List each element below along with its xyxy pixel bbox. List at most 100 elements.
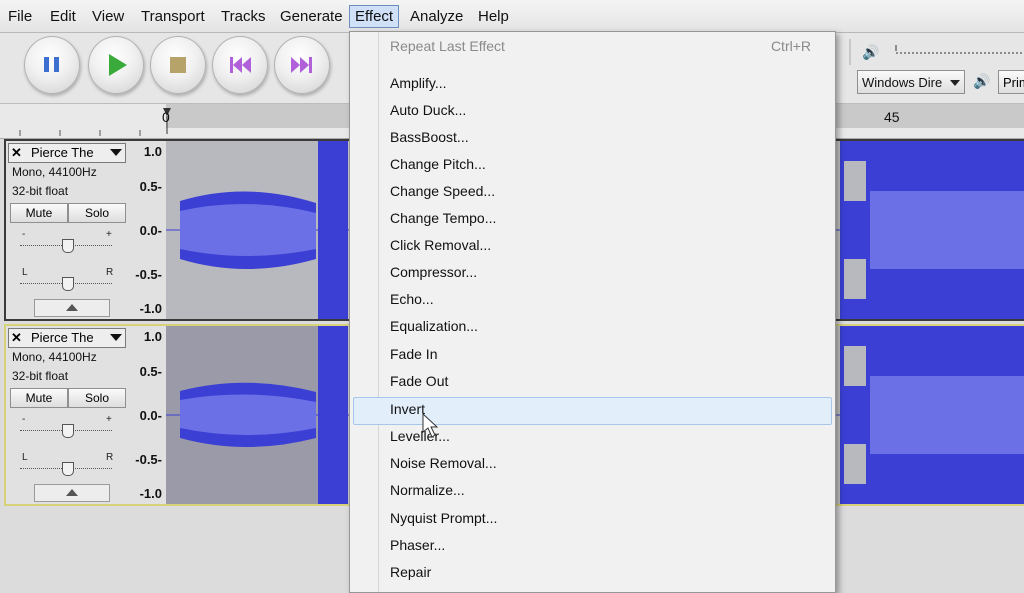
track-1-scale-neg-half: -0.5- — [135, 267, 162, 282]
track-1-bitdepth: 32-bit float — [12, 184, 69, 198]
ruler-left-ticks — [19, 130, 141, 136]
menu-gutter — [378, 32, 379, 592]
menu-item-change-tempo[interactable]: Change Tempo... — [390, 210, 496, 226]
track-1-name-button[interactable]: ✕ Pierce The — [8, 143, 126, 163]
track-2-scale-zero: 0.0- — [139, 408, 162, 423]
menu-item-invert[interactable]: Invert — [390, 401, 425, 417]
track-2-scale-half: 0.5- — [139, 364, 162, 379]
menu-effect[interactable]: Effect — [349, 5, 400, 28]
output-device-value: Windows Dire — [862, 75, 943, 90]
menu-item-phaser[interactable]: Phaser... — [390, 537, 445, 553]
menu-item-auto-duck[interactable]: Auto Duck... — [390, 102, 466, 118]
track-2-name-button[interactable]: ✕ Pierce The — [8, 328, 126, 348]
stop-icon — [170, 57, 186, 73]
menu-item-nyquist-prompt[interactable]: Nyquist Prompt... — [390, 510, 497, 526]
mouse-cursor-icon — [422, 413, 439, 438]
ruler-label-0: 0 — [162, 109, 170, 125]
skip-to-start-button[interactable] — [212, 36, 268, 94]
track-2-gain-thumb[interactable] — [62, 424, 74, 438]
track-2-collapse-button[interactable] — [34, 484, 110, 502]
track-1-scale-half: 0.5- — [139, 179, 162, 194]
menu-tracks[interactable]: Tracks — [221, 8, 265, 25]
speaker-icon: 🔊 — [862, 43, 879, 61]
menu-item-fade-out[interactable]: Fade Out — [390, 373, 448, 389]
track-1-amplitude-ruler: 1.0 0.5- 0.0- -0.5- -1.0 — [128, 141, 167, 319]
chevron-up-icon — [66, 304, 78, 311]
menu-bar: File Edit View Transport Tracks Generate… — [0, 0, 1024, 33]
menu-item-repeat-last-effect[interactable]: Repeat Last Effect — [390, 38, 505, 54]
track-1-pan-right-label: R — [106, 267, 114, 278]
menu-file[interactable]: File — [8, 8, 32, 25]
menu-item-bassboost[interactable]: BassBoost... — [390, 129, 469, 145]
track-2-bitdepth: 32-bit float — [12, 369, 69, 383]
menu-item-amplify[interactable]: Amplify... — [390, 75, 447, 91]
speaker-icon: 🔊 — [973, 73, 991, 89]
track-2-scale-max: 1.0 — [143, 329, 162, 344]
play-icon — [109, 54, 127, 76]
skip-to-end-icon — [291, 57, 312, 73]
menu-item-click-removal[interactable]: Click Removal... — [390, 237, 491, 253]
menu-transport[interactable]: Transport — [141, 8, 205, 25]
track-1-scale-zero: 0.0- — [139, 223, 162, 238]
track-2-gain-max-label: + — [106, 414, 112, 425]
track-2-gain-min-label: - — [22, 414, 26, 425]
menu-help[interactable]: Help — [478, 8, 509, 25]
track-2-name: Pierce The — [31, 330, 94, 345]
track-2-amplitude-ruler: 1.0 0.5- 0.0- -0.5- -1.0 — [128, 326, 167, 504]
track-1-pan-left-label: L — [22, 267, 28, 278]
track-2-control-panel: ✕ Pierce The Mono, 44100Hz 32-bit float … — [6, 326, 129, 504]
track-1-gain-thumb[interactable] — [62, 239, 74, 253]
track-2-format: Mono, 44100Hz — [12, 350, 97, 364]
track-2-pan-thumb[interactable] — [62, 462, 74, 476]
close-icon[interactable]: ✕ — [11, 329, 22, 347]
track-2-pan-left-label: L — [22, 452, 28, 463]
chevron-down-icon — [110, 149, 122, 156]
menu-item-compressor[interactable]: Compressor... — [390, 264, 477, 280]
track-1-format: Mono, 44100Hz — [12, 165, 97, 179]
menu-item-noise-removal[interactable]: Noise Removal... — [390, 455, 497, 471]
skip-to-start-icon — [230, 57, 251, 73]
chevron-up-icon — [66, 489, 78, 496]
output-device-select[interactable]: Windows Dire — [857, 70, 965, 94]
menu-analyze[interactable]: Analyze — [410, 8, 463, 25]
track-1-gain-max-label: + — [106, 229, 112, 240]
track-2-pan-right-label: R — [106, 452, 114, 463]
track-1-control-panel: ✕ Pierce The Mono, 44100Hz 32-bit float … — [6, 141, 129, 319]
track-1-mute-button[interactable]: Mute — [10, 203, 68, 223]
menu-item-normalize[interactable]: Normalize... — [390, 482, 465, 498]
repeat-shortcut: Ctrl+R — [770, 38, 811, 54]
ruler-label-45: 45 — [884, 109, 900, 125]
track-2-scale-min: -1.0 — [139, 486, 162, 501]
pause-button[interactable] — [24, 36, 80, 94]
track-1-name: Pierce The — [31, 145, 94, 160]
stop-button[interactable] — [150, 36, 206, 94]
track-2-scale-neg-half: -0.5- — [135, 452, 162, 467]
output-device-2-value: Prim — [1003, 75, 1024, 90]
chevron-down-icon — [110, 334, 122, 341]
play-button[interactable] — [88, 36, 144, 94]
effect-menu: Repeat Last Effect Ctrl+R Amplify... Aut… — [349, 31, 836, 593]
menu-item-change-speed[interactable]: Change Speed... — [390, 183, 495, 199]
skip-to-end-button[interactable] — [274, 36, 330, 94]
output-device-select-2[interactable]: Prim — [998, 70, 1024, 94]
menu-generate[interactable]: Generate — [280, 8, 343, 25]
menu-edit[interactable]: Edit — [50, 8, 76, 25]
menu-item-echo[interactable]: Echo... — [390, 291, 434, 307]
track-1-scale-min: -1.0 — [139, 301, 162, 316]
track-2-mute-button[interactable]: Mute — [10, 388, 68, 408]
menu-item-equalization[interactable]: Equalization... — [390, 318, 478, 334]
track-1-solo-button[interactable]: Solo — [68, 203, 126, 223]
track-1-pan-thumb[interactable] — [62, 277, 74, 291]
menu-view[interactable]: View — [92, 8, 124, 25]
track-1-scale-max: 1.0 — [143, 144, 162, 159]
track-2-solo-button[interactable]: Solo — [68, 388, 126, 408]
menu-item-fade-in[interactable]: Fade In — [390, 346, 437, 362]
menu-item-change-pitch[interactable]: Change Pitch... — [390, 156, 486, 172]
close-icon[interactable]: ✕ — [11, 144, 22, 162]
playback-meter: 🔊 — [849, 39, 1024, 65]
track-1-collapse-button[interactable] — [34, 299, 110, 317]
track-1-gain-min-label: - — [22, 229, 26, 240]
pause-icon — [44, 57, 59, 72]
menu-item-repair[interactable]: Repair — [390, 564, 431, 580]
chevron-down-icon — [950, 80, 960, 86]
